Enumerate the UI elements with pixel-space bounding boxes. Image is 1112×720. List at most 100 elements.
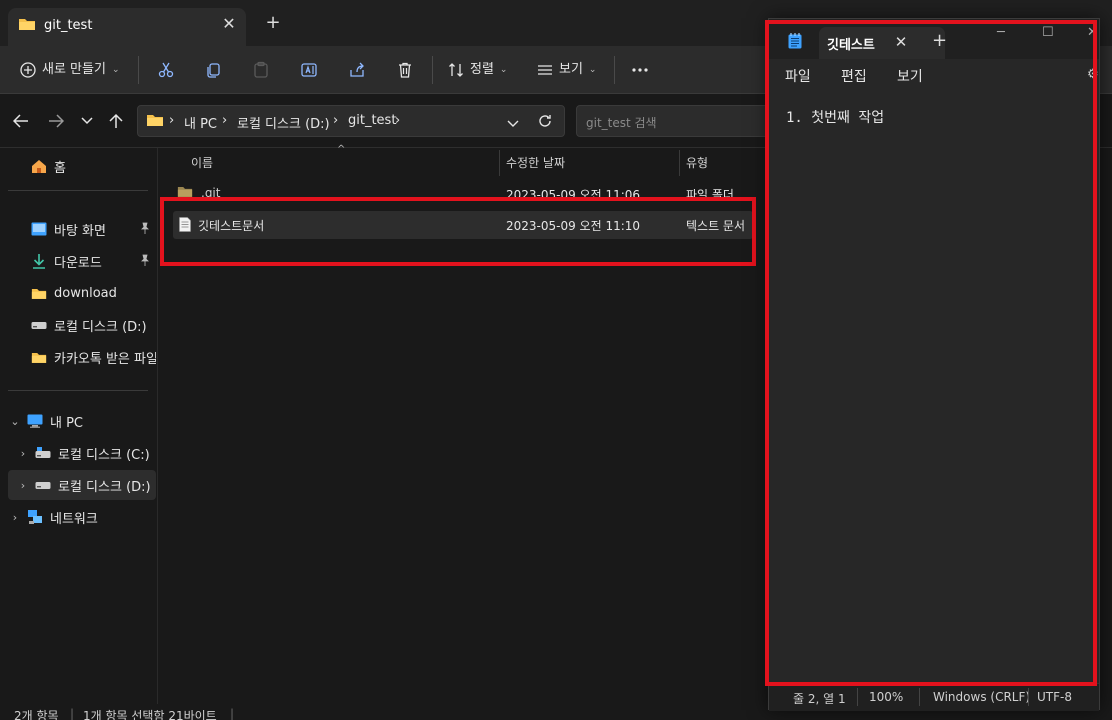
notepad-tab-bar: 깃테스트 ✕ + ─ ☐ ✕ [769,19,1099,59]
more-options-icon[interactable] [628,58,652,82]
sidebar-item-this-pc[interactable]: ⌄ 내 PC [8,406,156,436]
sort-button-label: 정렬 [470,62,494,77]
close-tab-icon[interactable]: ✕ [219,14,239,34]
share-icon[interactable] [345,58,369,82]
view-list-icon [538,65,552,75]
sidebar-item-desktop[interactable]: 바탕 화면 [30,214,156,244]
line-ending[interactable]: Windows (CRLF) [933,690,1030,704]
file-modified: 2023-05-09 오전 11:06 [506,188,641,202]
notepad-tab-title: 깃테스트 [827,38,875,53]
menu-view[interactable]: 보기 [897,66,923,86]
encoding[interactable]: UTF-8 [1037,690,1072,704]
desktop-icon [30,221,48,237]
download-arrow-icon [30,253,48,269]
zoom-level[interactable]: 100% [869,690,903,704]
file-name: .git [201,186,221,200]
sidebar-item-label: 내 PC [50,415,84,431]
toolbar-divider [614,56,615,84]
new-button-label: 새로 만들기 [42,62,106,77]
column-header-modified[interactable]: 수정한 날짜 [506,154,565,171]
sort-button[interactable]: 정렬 ⌄ [448,58,507,82]
column-divider[interactable] [679,150,680,176]
notepad-menu-bar: 파일 편집 보기 ⚙ [769,59,1099,91]
breadcrumb-this-pc[interactable]: 내 PC [184,113,217,132]
file-type: 파일 폴더 [686,188,734,202]
menu-edit[interactable]: 편집 [841,66,867,86]
maximize-icon[interactable]: ☐ [1042,25,1054,40]
search-box[interactable]: git_test 검색 [576,105,776,137]
new-tab-button[interactable]: + [932,30,947,51]
column-header-name[interactable]: 이름 [191,154,213,171]
sidebar-item-local-disk-d[interactable]: 로컬 디스크 (D:) [30,310,156,340]
forward-arrow-icon[interactable] [45,110,67,132]
notepad-text-area[interactable]: 1. 첫번째 작업 [769,91,1099,683]
add-circle-icon [20,62,36,78]
status-divider [1028,688,1029,706]
sidebar-item-network[interactable]: › 네트워크 [8,502,156,532]
delete-icon[interactable] [393,58,417,82]
chevron-right-icon[interactable]: › [16,447,30,460]
breadcrumb-separator-icon: › [395,113,401,128]
folder-icon [30,285,48,301]
view-button-label: 보기 [559,62,583,77]
view-button[interactable]: 보기 ⌄ [537,58,596,82]
navigation-pane: 홈 바탕 화면 다운로드 download 로컬 디스크 (D:) 카카오톡 받… [0,148,158,704]
chevron-right-icon[interactable]: › [16,479,30,492]
sidebar-item-home[interactable]: 홈 [30,151,150,181]
folder-icon [177,185,193,201]
sidebar-item-download-folder[interactable]: download [30,278,156,308]
minimize-icon[interactable]: ─ [997,25,1005,40]
column-divider[interactable] [499,150,500,176]
sidebar-item-label: 다운로드 [54,255,102,271]
address-bar[interactable]: › 내 PC › 로컬 디스크 (D:) › git_test › [137,105,565,137]
notepad-window: 깃테스트 ✕ + ─ ☐ ✕ 파일 편집 보기 ⚙ 1. 첫번째 작업 줄 2,… [768,18,1100,711]
network-icon [26,509,44,525]
close-tab-icon[interactable]: ✕ [891,32,911,52]
copy-icon[interactable] [201,58,225,82]
settings-gear-icon[interactable]: ⚙ [1087,67,1099,82]
item-count: 2개 항목 [14,709,59,720]
breadcrumb-git-test[interactable]: git_test [348,113,396,128]
sidebar-item-local-disk-c[interactable]: › 로컬 디스크 (C:) [16,438,156,468]
cut-icon[interactable] [154,58,178,82]
status-divider [857,688,858,706]
sort-ascending-icon: ^ [337,144,346,155]
folder-icon [146,113,164,131]
table-row[interactable]: .git 2023-05-09 오전 11:06 파일 폴더 [173,180,753,208]
selection-info: 1개 항목 선택함 21바이트 [83,709,217,720]
address-history-chevron-icon[interactable] [507,117,519,132]
new-button[interactable]: 새로 만들기 ⌄ [20,58,119,82]
recent-locations-chevron-icon[interactable] [76,110,98,132]
pin-icon[interactable] [140,222,150,238]
chevron-down-icon[interactable]: ⌄ [8,415,22,428]
text-document-icon [179,217,191,235]
notepad-content: 1. 첫번째 작업 [786,110,885,126]
status-divider: | [70,707,75,720]
sidebar-item-local-disk-d-tree[interactable]: › 로컬 디스크 (D:) [8,470,156,500]
column-header-type[interactable]: 유형 [686,154,708,171]
back-arrow-icon[interactable] [10,110,32,132]
file-type: 텍스트 문서 [686,219,746,233]
refresh-icon[interactable] [537,113,553,133]
sidebar-item-label: 로컬 디스크 (C:) [58,447,150,463]
up-arrow-icon[interactable] [105,110,127,132]
pin-icon[interactable] [140,254,150,270]
rename-icon[interactable] [297,58,321,82]
sidebar-item-kakao-folder[interactable]: 카카오톡 받은 파일 [30,342,156,372]
chevron-right-icon[interactable]: › [8,511,22,524]
sidebar-divider [8,190,148,191]
status-divider: | [230,707,235,720]
sidebar-item-label: 카카오톡 받은 파일 [54,351,156,367]
sidebar-item-downloads[interactable]: 다운로드 [30,246,156,276]
explorer-tab[interactable]: git_test ✕ [8,8,246,46]
close-window-icon[interactable]: ✕ [1087,25,1098,40]
sidebar-item-label: 로컬 디스크 (D:) [54,319,147,335]
notepad-tab[interactable]: 깃테스트 ✕ [819,27,945,59]
home-icon [30,158,48,174]
sidebar-item-label: 바탕 화면 [54,223,106,239]
menu-file[interactable]: 파일 [785,66,811,86]
breadcrumb-local-disk-d[interactable]: 로컬 디스크 (D:) [237,113,330,132]
table-row[interactable]: 깃테스트문서 2023-05-09 오전 11:10 텍스트 문서 [173,211,753,239]
new-tab-button[interactable]: + [262,12,284,34]
paste-icon[interactable] [249,58,273,82]
